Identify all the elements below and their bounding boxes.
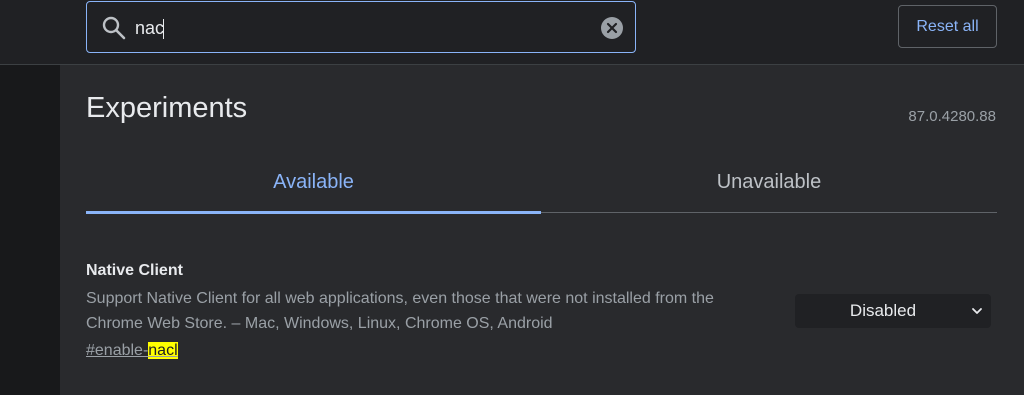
search-icon <box>102 16 126 40</box>
permalink-prefix: #enable- <box>86 342 149 359</box>
tab-unavailable[interactable]: Unavailable <box>541 162 997 202</box>
left-rail <box>0 65 60 395</box>
experiment-description: Support Native Client for all web applic… <box>86 290 714 332</box>
status-value: Disabled <box>849 301 917 320</box>
selected-tab-indicator <box>86 211 541 214</box>
search-field[interactable]: nac <box>86 1 636 53</box>
clear-icon <box>606 22 618 34</box>
experiment-status-select[interactable]: Disabled <box>795 294 991 328</box>
clear-search-button[interactable] <box>601 17 623 39</box>
text-caret <box>163 19 165 40</box>
search-input[interactable]: nac <box>135 2 165 54</box>
header-bar: nac Reset all <box>0 0 1024 65</box>
chevron-down-icon <box>972 308 982 314</box>
reset-all-button[interactable]: Reset all <box>898 5 997 48</box>
search-match-highlight: nacl <box>148 342 178 359</box>
experiment-permalink[interactable]: #enable-nacl <box>86 341 178 361</box>
experiment-name: Native Client <box>86 262 183 279</box>
version-label: 87.0.4280.88 <box>908 108 996 125</box>
page-title: Experiments <box>86 92 248 124</box>
tab-available[interactable]: Available <box>86 162 541 202</box>
